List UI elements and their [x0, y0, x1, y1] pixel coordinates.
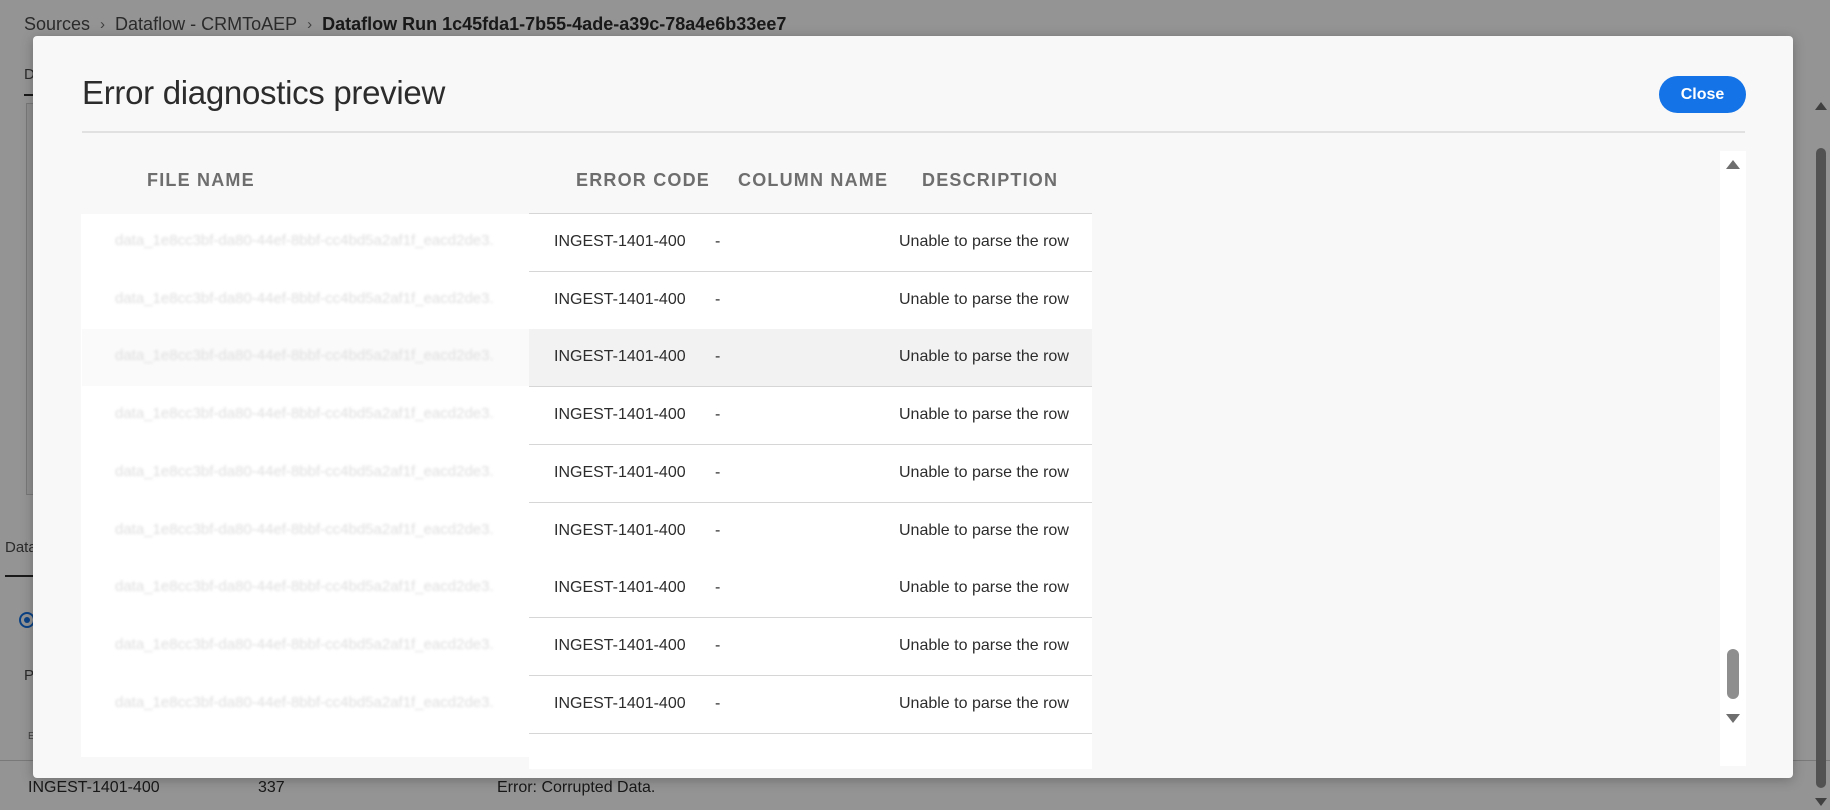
table-row[interactable]: data_1e8cc3bf-da80-44ef-8bbf-cc4bd5a2af1… [82, 444, 1092, 503]
scroll-down-arrow-icon[interactable] [1726, 714, 1740, 723]
column-name-cell: - [715, 406, 721, 424]
error-code-cell: INGEST-1401-400 [554, 463, 686, 481]
error-code-cell: INGEST-1401-400 [554, 694, 686, 712]
error-code-cell: INGEST-1401-400 [554, 406, 686, 424]
description-cell: Unable to parse the row [899, 406, 1069, 424]
row-cells: INGEST-1401-400 - Unable to parse the row [529, 387, 1092, 446]
column-name-cell: - [715, 636, 721, 654]
row-cells: INGEST-1401-400 - Unable to parse the row [529, 502, 1092, 561]
table-row[interactable]: data_1e8cc3bf-da80-44ef-8bbf-cc4bd5a2af1… [82, 329, 1092, 388]
description-cell: Unable to parse the row [899, 694, 1069, 712]
description-cell: Unable to parse the row [899, 348, 1069, 366]
file-name-cell: data_1e8cc3bf-da80-44ef-8bbf-cc4bd5a2af1… [115, 405, 495, 423]
error-diagnostics-modal: Error diagnostics preview Close FILE NAM… [33, 36, 1793, 778]
error-code-cell: INGEST-1401-400 [554, 636, 686, 654]
header-column-name[interactable]: COLUMN NAME [738, 170, 888, 191]
header-error-code[interactable]: ERROR CODE [576, 170, 710, 191]
file-name-cell: data_1e8cc3bf-da80-44ef-8bbf-cc4bd5a2af1… [115, 462, 495, 480]
scroll-up-arrow-icon[interactable] [1726, 160, 1740, 169]
error-code-cell: INGEST-1401-400 [554, 521, 686, 539]
error-code-cell: INGEST-1401-400 [554, 290, 686, 308]
table-row[interactable]: data_1e8cc3bf-da80-44ef-8bbf-cc4bd5a2af1… [82, 502, 1092, 561]
header-file-name[interactable]: FILE NAME [147, 170, 255, 191]
modal-title: Error diagnostics preview [82, 74, 445, 111]
divider [82, 131, 1745, 133]
row-cells: INGEST-1401-400 - Unable to parse the row [529, 560, 1092, 619]
file-name-cell: data_1e8cc3bf-da80-44ef-8bbf-cc4bd5a2af1… [115, 635, 495, 653]
table-row[interactable]: data_1e8cc3bf-da80-44ef-8bbf-cc4bd5a2af1… [82, 214, 1092, 272]
column-name-cell: - [715, 579, 721, 597]
column-name-cell: - [715, 233, 721, 250]
column-name-cell: - [715, 694, 721, 712]
file-name-cell: data_1e8cc3bf-da80-44ef-8bbf-cc4bd5a2af1… [115, 232, 495, 249]
row-cells: INGEST-1401-400 - Unable to parse the row [529, 271, 1092, 330]
row-cells: INGEST-1401-400 - Unable to parse the row [529, 675, 1092, 734]
error-table: FILE NAME ERROR CODE COLUMN NAME DESCRIP… [81, 151, 1746, 769]
error-code-cell: INGEST-1401-400 [554, 579, 686, 597]
description-cell: Unable to parse the row [899, 233, 1069, 250]
file-name-cell: data_1e8cc3bf-da80-44ef-8bbf-cc4bd5a2af1… [115, 578, 495, 596]
error-code-cell: INGEST-1401-400 [554, 348, 686, 366]
file-name-cell: data_1e8cc3bf-da80-44ef-8bbf-cc4bd5a2af1… [115, 289, 495, 307]
column-name-cell: - [715, 290, 721, 308]
table-row[interactable]: data_1e8cc3bf-da80-44ef-8bbf-cc4bd5a2af1… [82, 387, 1092, 446]
row-cells: INGEST-1401-400 - Unable to parse the row [529, 617, 1092, 676]
description-cell: Unable to parse the row [899, 521, 1069, 539]
table-header: FILE NAME ERROR CODE COLUMN NAME DESCRIP… [82, 151, 1082, 205]
column-name-cell: - [715, 348, 721, 366]
file-name-cell: data_1e8cc3bf-da80-44ef-8bbf-cc4bd5a2af1… [115, 347, 495, 365]
column-name-cell: - [715, 463, 721, 481]
table-row[interactable]: data_1e8cc3bf-da80-44ef-8bbf-cc4bd5a2af1… [82, 675, 1092, 734]
row-cells: INGEST-1401-400 - Unable to parse the row [529, 214, 1092, 272]
column-name-cell: - [715, 521, 721, 539]
table-row[interactable]: data_1e8cc3bf-da80-44ef-8bbf-cc4bd5a2af1… [82, 617, 1092, 676]
table-scrollbar[interactable] [1720, 151, 1746, 766]
file-name-cell: data_1e8cc3bf-da80-44ef-8bbf-cc4bd5a2af1… [115, 520, 495, 538]
row-cells: INGEST-1401-400 - Unable to parse the row [529, 329, 1092, 388]
error-code-cell: INGEST-1401-400 [554, 233, 686, 250]
description-cell: Unable to parse the row [899, 636, 1069, 654]
scrollbar-thumb[interactable] [1727, 649, 1739, 699]
table-row[interactable]: data_1e8cc3bf-da80-44ef-8bbf-cc4bd5a2af1… [82, 271, 1092, 330]
header-description[interactable]: DESCRIPTION [922, 170, 1058, 191]
row-cells: INGEST-1401-400 - Unable to parse the row [529, 444, 1092, 503]
description-cell: Unable to parse the row [899, 463, 1069, 481]
file-name-cell: data_1e8cc3bf-da80-44ef-8bbf-cc4bd5a2af1… [115, 693, 495, 711]
table-row[interactable]: data_1e8cc3bf-da80-44ef-8bbf-cc4bd5a2af1… [82, 560, 1092, 619]
close-button[interactable]: Close [1659, 76, 1746, 113]
description-cell: Unable to parse the row [899, 579, 1069, 597]
description-cell: Unable to parse the row [899, 290, 1069, 308]
